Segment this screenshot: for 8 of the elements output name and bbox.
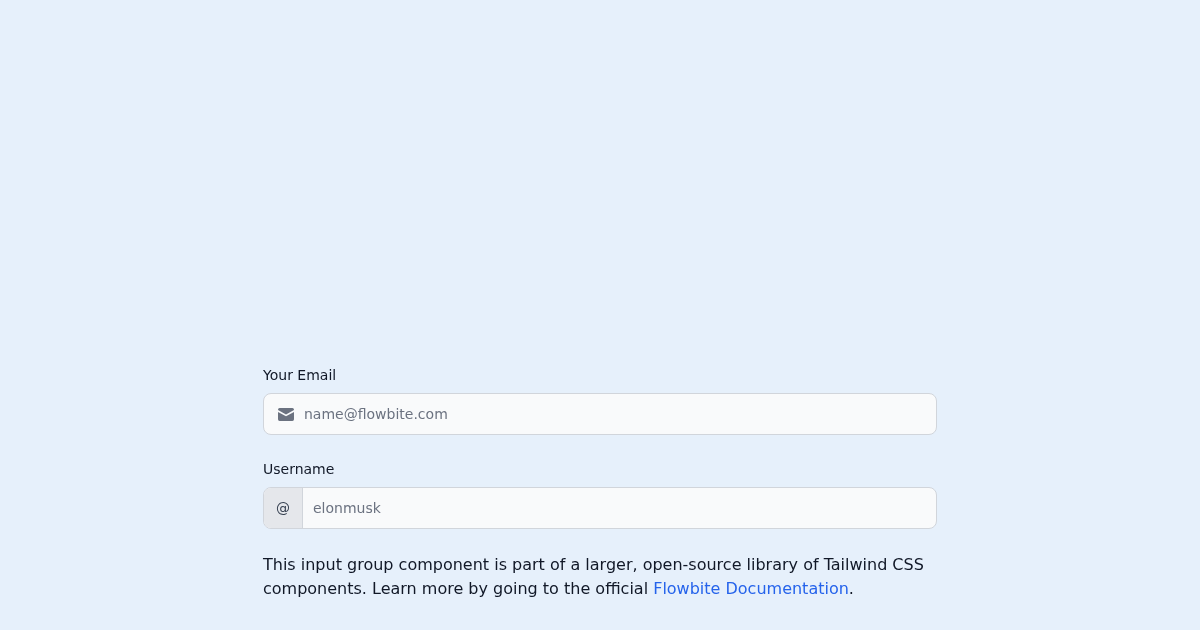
at-sign: @	[264, 488, 303, 528]
description-paragraph: This input group component is part of a larger, open-source library of Tailwind CSS components. Learn more by going to the official Flowbite Documentation.	[263, 554, 925, 600]
documentation-link[interactable]: Flowbite Documentation	[653, 579, 849, 598]
envelope-icon	[278, 407, 294, 421]
input-group[interactable]: @ elonmusk	[263, 487, 937, 529]
field-label: Your Email	[263, 366, 337, 384]
input-field[interactable]: elonmusk	[303, 488, 936, 528]
field-label: Username	[263, 460, 335, 478]
